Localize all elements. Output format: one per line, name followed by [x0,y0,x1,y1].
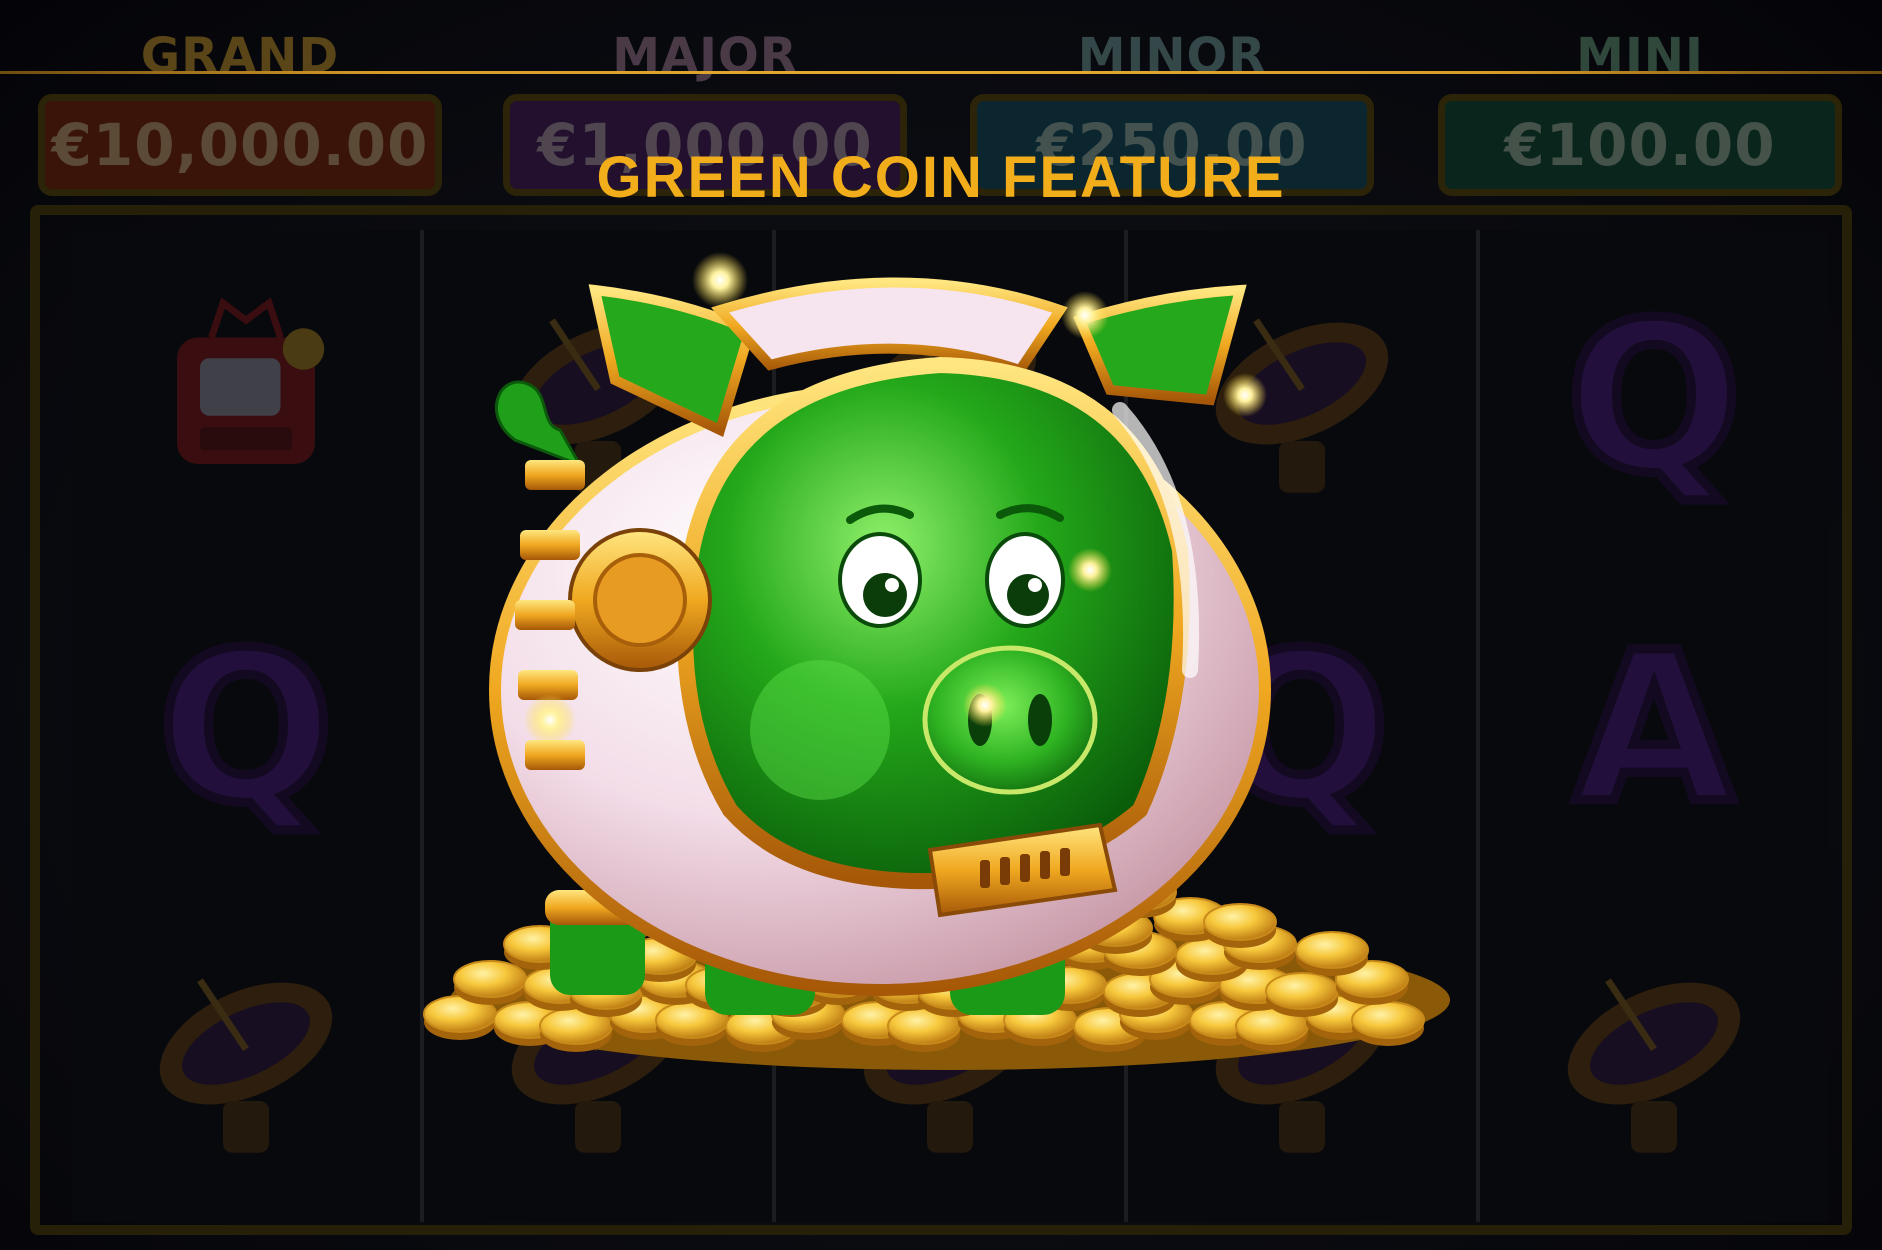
reel-1: Q [72,230,424,1222]
svg-text:Q: Q [1566,280,1742,510]
gold-coin-icon [1351,1001,1425,1039]
jackpot-mini-label: MINI [1576,28,1704,84]
svg-text:A: A [1574,610,1734,840]
feature-title: GREEN COIN FEATURE [596,145,1286,210]
reel-5: QA [1480,230,1828,1222]
jackpot-major-label: MAJOR [612,28,798,84]
satellite-dish-symbol-icon [72,900,420,1210]
letter-Q-symbol-icon: Q [72,570,420,880]
gold-coin-icon [1295,931,1369,969]
astronaut-piggy-bank-icon [423,252,1450,1070]
gold-coin-icon [1265,972,1339,1010]
gold-coin-icon [1203,903,1277,941]
tv-robot-symbol-icon [72,240,420,550]
jackpot-minor-label: MINOR [1077,28,1267,84]
letter-Q-symbol-icon: Q [1480,240,1828,550]
satellite-dish-symbol-icon [1480,900,1828,1210]
title-divider-line [0,71,1882,74]
svg-text:Q: Q [158,610,334,840]
slot-game-screen: GRAND €10,000.00 MAJOR €1,000.00 MINOR €… [0,0,1882,1250]
jackpot-grand-label: GRAND [140,28,340,84]
gold-coin-icon [453,960,527,998]
letter-A-symbol-icon: A [1480,570,1828,880]
